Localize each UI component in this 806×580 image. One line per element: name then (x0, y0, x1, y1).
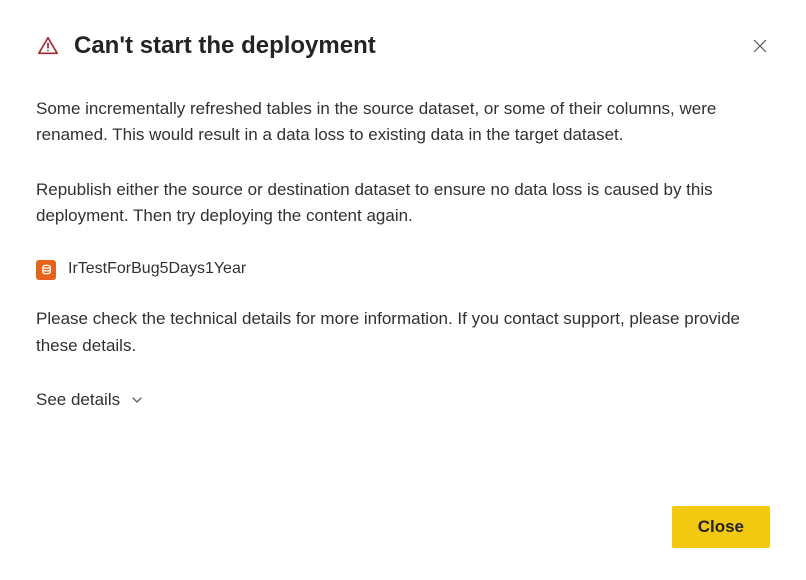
see-details-label: See details (36, 387, 120, 413)
dialog-footer: Close (36, 506, 770, 548)
dialog-message-3: Please check the technical details for m… (36, 306, 770, 359)
close-icon[interactable] (750, 36, 770, 56)
dialog-header: Can't start the deployment (36, 32, 770, 60)
warning-triangle-icon (36, 34, 60, 58)
see-details-toggle[interactable]: See details (36, 387, 770, 413)
dialog-title: Can't start the deployment (74, 32, 736, 60)
close-button[interactable]: Close (672, 506, 770, 548)
dialog-body: Some incrementally refreshed tables in t… (36, 96, 770, 482)
chevron-down-icon (130, 393, 144, 407)
dataset-reference: IrTestForBug5Days1Year (36, 257, 770, 282)
dataset-icon (36, 260, 56, 280)
dataset-name: IrTestForBug5Days1Year (68, 257, 246, 282)
dialog-message-1: Some incrementally refreshed tables in t… (36, 96, 770, 149)
dialog-message-2: Republish either the source or destinati… (36, 177, 770, 230)
